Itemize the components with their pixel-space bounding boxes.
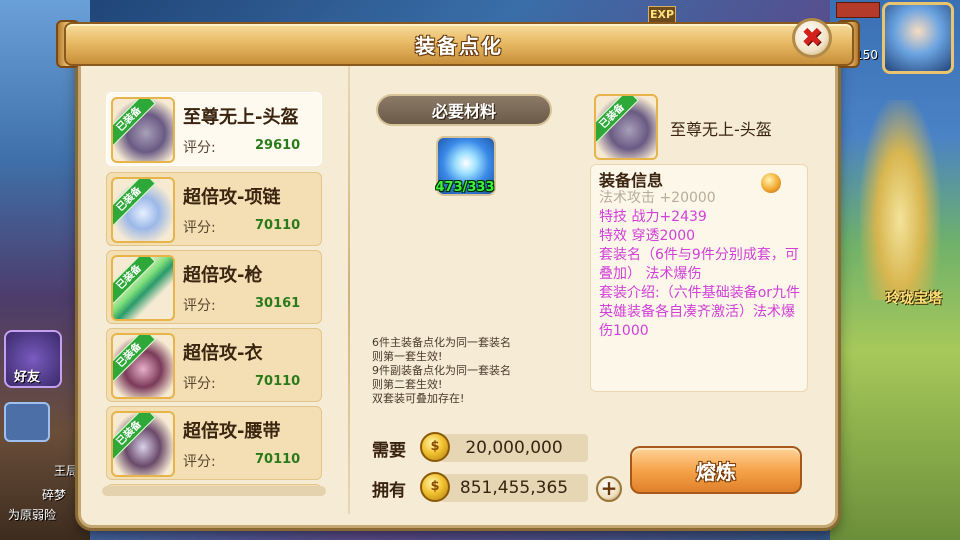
equipment-name: 超倍攻-衣	[183, 343, 263, 364]
equipped-badge: 已装备	[113, 413, 156, 460]
list-scrollbar[interactable]	[102, 486, 326, 496]
tower-label: 玲珑宝塔	[886, 291, 942, 307]
gold-coin-icon: $	[420, 472, 450, 502]
panel-divider	[348, 66, 350, 514]
score-label: 评分:	[183, 220, 216, 236]
background-left-scene	[0, 0, 90, 540]
equipment-item-spear[interactable]: 已装备 超倍攻-枪 评分: 30161	[106, 250, 322, 324]
equipment-info-card[interactable]: 法术攻击 +20000 特技 战力+2439 特效 穿透2000 套装名（6件与…	[590, 164, 808, 392]
score-label: 评分:	[183, 298, 216, 314]
required-materials-header: 必要材料	[376, 94, 552, 126]
equipment-name: 至尊无上-头盔	[183, 107, 299, 128]
gold-coin-icon: $	[420, 432, 450, 462]
info-line-effect: 特效 穿透2000	[599, 228, 696, 244]
hero-avatar[interactable]	[882, 2, 954, 74]
need-value: 20,000,000	[440, 434, 588, 462]
material-count: 473/333	[435, 180, 495, 195]
score-value: 70110	[255, 452, 301, 467]
own-label: 拥有	[372, 481, 406, 501]
necklace-icon: 已装备	[111, 177, 175, 243]
dialog-title: 装备点化	[415, 33, 503, 58]
selected-item-header: 已装备 至尊无上-头盔	[590, 90, 810, 164]
equipment-info-title: 装备信息	[599, 171, 664, 190]
info-line-set-desc: 套装介绍:（六件基础装备or九件英雄装备各自凑齐激活）法术爆伤1000	[599, 285, 801, 339]
chat-line: 为原弱险	[8, 508, 57, 522]
score-value: 30161	[255, 296, 301, 311]
equipped-badge: 已装备	[113, 99, 156, 146]
own-value: 851,455,365	[440, 474, 588, 502]
equipment-name: 超倍攻-腰带	[183, 421, 281, 442]
selected-item-name: 至尊无上-头盔	[670, 120, 772, 139]
score-label: 评分:	[183, 140, 216, 156]
score-label: 评分:	[183, 376, 216, 392]
equipped-badge: 已装备	[113, 335, 156, 382]
hero-hp-bar	[836, 2, 880, 18]
belt-icon: 已装备	[111, 411, 175, 477]
rule-line: 6件主装备点化为同一套装名	[372, 336, 511, 349]
equipped-badge: 已装备	[113, 257, 156, 304]
rule-line: 则第二套生效!	[372, 378, 443, 391]
set-rules-text: 6件主装备点化为同一套装名 则第一套生效! 9件副装备点化为同一套装名 则第二套…	[372, 336, 562, 406]
equipment-item-necklace[interactable]: 已装备 超倍攻-项链 评分: 70110	[106, 172, 322, 246]
close-button[interactable]: ✖	[792, 18, 832, 58]
equipment-item-armor[interactable]: 已装备 超倍攻-衣 评分: 70110	[106, 328, 322, 402]
equipment-name: 超倍攻-枪	[183, 265, 263, 286]
helmet-icon: 已装备	[111, 97, 175, 163]
need-label: 需要	[372, 441, 406, 461]
dialog-title-bar: 装备点化	[64, 22, 854, 66]
equipment-name: 超倍攻-项链	[183, 187, 281, 208]
info-line-skill: 特技 战力+2439	[599, 209, 707, 225]
close-icon: ✖	[801, 23, 823, 53]
equipment-item-belt[interactable]: 已装备 超倍攻-腰带 评分: 70110	[106, 406, 322, 480]
chat-line: 王局	[54, 464, 79, 478]
cost-own-row: 拥有 851,455,365 $	[372, 472, 592, 502]
pagoda-tower-image[interactable]	[860, 100, 940, 300]
equipped-badge: 已装备	[113, 179, 156, 226]
score-value: 70110	[255, 374, 301, 389]
rule-line: 双套装可叠加存在!	[372, 392, 465, 405]
equipped-badge: 已装备	[596, 96, 639, 143]
rule-line: 9件副装备点化为同一套装名	[372, 364, 511, 377]
helmet-icon: 已装备	[594, 94, 658, 160]
add-gold-button[interactable]: +	[596, 476, 622, 502]
equipment-info-body: 法术攻击 +20000 特技 战力+2439 特效 穿透2000 套装名（6件与…	[599, 189, 805, 341]
equipment-item-helmet[interactable]: 已装备 至尊无上-头盔 评分: 29610	[106, 92, 322, 166]
smelt-button[interactable]: 熔炼	[630, 446, 802, 494]
armor-icon: 已装备	[111, 333, 175, 399]
info-line-set-name: 套装名（6件与9件分别成套，可叠加） 法术爆伤	[599, 247, 799, 282]
rule-line: 则第一套生效!	[372, 350, 443, 363]
score-label: 评分:	[183, 454, 216, 470]
friend-label: 好友	[14, 370, 41, 385]
spear-icon: 已装备	[111, 255, 175, 321]
chat-button[interactable]	[4, 402, 50, 442]
equipment-list[interactable]: 已装备 至尊无上-头盔 评分: 29610 已装备 超倍攻-项链 评分: 701…	[100, 84, 332, 496]
chat-line: 碎梦	[42, 488, 67, 502]
coin-badge-icon	[761, 173, 781, 193]
score-value: 70110	[255, 218, 301, 233]
cost-need-row: 需要 20,000,000 $	[372, 432, 592, 462]
score-value: 29610	[255, 138, 301, 153]
